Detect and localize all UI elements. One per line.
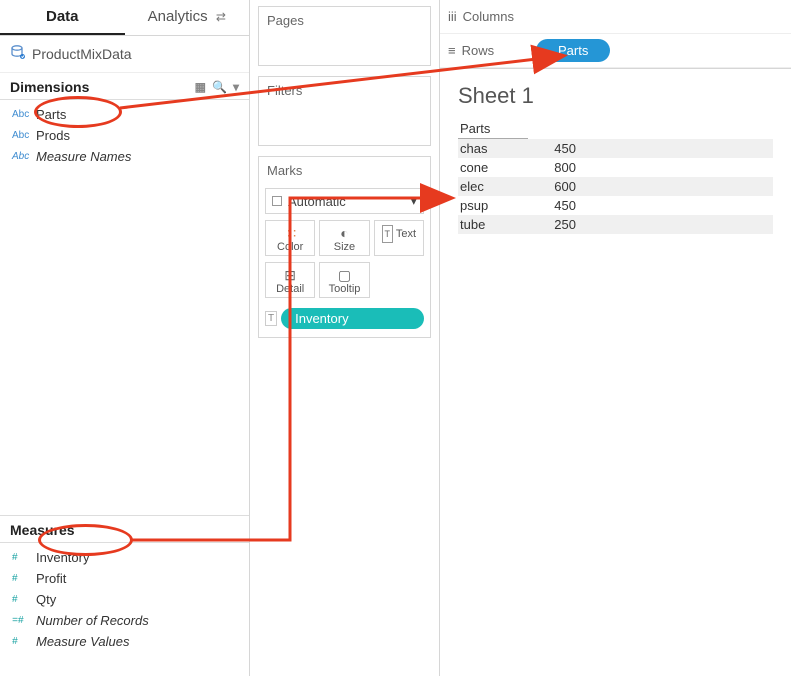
inventory-pill[interactable]: Inventory	[281, 308, 424, 329]
marks-card: Marks Automatic ▾ ∷ Color ◐ Size T	[258, 156, 431, 338]
row-value: 800	[528, 158, 578, 177]
data-table: Parts chas450cone800elec600psup450tube25…	[458, 119, 773, 234]
swap-icon: ⇄	[216, 10, 226, 24]
table-row[interactable]: cone800	[458, 158, 773, 177]
columns-label: Columns	[463, 9, 514, 24]
marks-color-label: Color	[277, 241, 303, 253]
abc-icon: Abc	[12, 151, 36, 162]
cards-column: Pages Filters Marks Automatic ▾ ∷ Color …	[250, 0, 440, 676]
field-label: Measure Values	[36, 634, 129, 649]
marks-text-button[interactable]: T Text	[374, 220, 424, 256]
rows-icon: ≡	[448, 43, 456, 58]
parts-pill[interactable]: Parts	[536, 39, 610, 62]
datasource-name: ProductMixData	[32, 46, 132, 62]
size-icon: ◐	[320, 225, 368, 241]
number-icon: #	[12, 636, 36, 647]
column-header-parts[interactable]: Parts	[458, 119, 528, 139]
table-row[interactable]: tube250	[458, 215, 773, 234]
row-label: cone	[458, 158, 528, 177]
marks-label: Marks	[259, 157, 430, 184]
rows-shelf[interactable]: ≡ Rows Parts	[440, 34, 791, 68]
row-label: psup	[458, 196, 528, 215]
tab-data[interactable]: Data	[0, 0, 125, 35]
row-value: 600	[528, 177, 578, 196]
dimension-field-measure-names[interactable]: AbcMeasure Names	[0, 146, 249, 167]
field-label: Profit	[36, 571, 66, 586]
columns-shelf[interactable]: iii Columns	[440, 0, 791, 34]
marks-text-pill-row: T Inventory	[259, 304, 430, 337]
measure-field-qty[interactable]: #Qty	[0, 589, 249, 610]
rows-label: Rows	[462, 43, 495, 58]
row-label: chas	[458, 139, 528, 158]
datasource-icon	[10, 44, 26, 64]
dimensions-header: Dimensions ▦ 🔍 ▾	[0, 73, 249, 100]
filters-card[interactable]: Filters	[258, 76, 431, 146]
text-icon: T	[382, 225, 394, 243]
row-value: 250	[528, 215, 578, 234]
columns-icon: iii	[448, 9, 457, 24]
dimensions-label: Dimensions	[10, 79, 89, 95]
color-icon: ∷	[266, 225, 314, 241]
table-row[interactable]: chas450	[458, 139, 773, 158]
tab-analytics-label: Analytics	[148, 8, 208, 25]
annotation-ellipse-parts	[34, 96, 122, 128]
shelves: iii Columns ≡ Rows Parts	[440, 0, 791, 69]
marks-tooltip-label: Tooltip	[329, 283, 361, 295]
marks-size-label: Size	[334, 241, 355, 253]
row-value: 450	[528, 196, 578, 215]
number-icon: #	[12, 573, 36, 584]
field-label: Qty	[36, 592, 56, 607]
marktype-selector[interactable]: Automatic ▾	[265, 188, 424, 214]
measure-field-number-of-records[interactable]: =#Number of Records	[0, 610, 249, 631]
measure-field-inventory[interactable]: #Inventory	[0, 547, 249, 568]
pages-card[interactable]: Pages	[258, 6, 431, 66]
text-pill-icon: T	[265, 311, 277, 326]
sidebar-tabs: Data Analytics ⇄	[0, 0, 249, 36]
table-row[interactable]: psup450	[458, 196, 773, 215]
measure-field-profit[interactable]: #Profit	[0, 568, 249, 589]
pages-label: Pages	[259, 7, 430, 34]
field-label: Prods	[36, 128, 70, 143]
abc-icon: Abc	[12, 130, 36, 141]
sheet-area: Sheet 1 Parts chas450cone800elec600psup4…	[440, 69, 791, 248]
data-pane: Data Analytics ⇄ ProductMixData Dimensio…	[0, 0, 250, 676]
field-label: Measure Names	[36, 149, 131, 164]
tooltip-icon: ▢	[320, 267, 368, 283]
filters-label: Filters	[259, 77, 430, 104]
search-icon[interactable]: 🔍	[212, 80, 227, 94]
measures-list: #Inventory#Profit#Qty=#Number of Records…	[0, 543, 249, 656]
number-icon: =#	[12, 615, 36, 626]
marktype-label: Automatic	[288, 194, 346, 209]
datasource-row[interactable]: ProductMixData	[0, 36, 249, 73]
field-label: Number of Records	[36, 613, 149, 628]
marks-tooltip-button[interactable]: ▢ Tooltip	[319, 262, 369, 298]
abc-icon: Abc	[12, 109, 36, 120]
menu-dropdown-icon[interactable]: ▾	[233, 80, 239, 94]
marks-color-button[interactable]: ∷ Color	[265, 220, 315, 256]
marks-size-button[interactable]: ◐ Size	[319, 220, 369, 256]
chevron-down-icon: ▾	[410, 193, 417, 209]
marktype-icon	[272, 196, 282, 206]
row-label: tube	[458, 215, 528, 234]
measure-field-measure-values[interactable]: #Measure Values	[0, 631, 249, 652]
row-label: elec	[458, 177, 528, 196]
number-icon: #	[12, 594, 36, 605]
marks-text-label: Text	[396, 228, 416, 240]
annotation-ellipse-inventory	[38, 524, 133, 556]
view-list-icon[interactable]: ▦	[195, 80, 206, 94]
worksheet-view: iii Columns ≡ Rows Parts Sheet 1 Parts c…	[440, 0, 791, 676]
table-row[interactable]: elec600	[458, 177, 773, 196]
marks-detail-label: Detail	[276, 283, 304, 295]
tab-analytics[interactable]: Analytics ⇄	[125, 0, 250, 35]
row-value: 450	[528, 139, 578, 158]
sheet-title[interactable]: Sheet 1	[458, 83, 773, 109]
marks-detail-button[interactable]: ⊞ Detail	[265, 262, 315, 298]
dimension-field-prods[interactable]: AbcProds	[0, 125, 249, 146]
detail-icon: ⊞	[266, 267, 314, 283]
number-icon: #	[12, 552, 36, 563]
